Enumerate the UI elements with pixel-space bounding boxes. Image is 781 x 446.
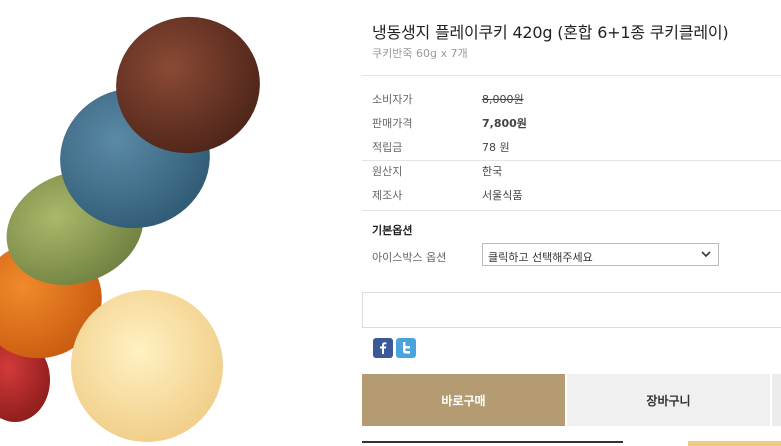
add-to-cart-button[interactable]: 장바구니	[567, 374, 770, 426]
origin-value: 한국	[482, 165, 503, 178]
buy-now-button[interactable]: 바로구매	[362, 374, 565, 426]
consumer-price-value: 8,000원	[482, 93, 524, 106]
accent-bar	[688, 441, 781, 446]
facebook-share-button[interactable]	[373, 338, 393, 358]
detail-row-sale-price: 판매가격 7,800원	[372, 113, 772, 131]
sale-price-value: 7,800원	[482, 117, 527, 130]
chevron-down-icon	[701, 251, 711, 258]
detail-row-points: 적립금 78 원	[372, 137, 772, 155]
detail-row-consumer-price: 소비자가 8,000원	[372, 89, 772, 107]
select-value: 클릭하고 선택해주세요	[488, 251, 593, 264]
option-section-title: 기본옵션	[372, 224, 413, 237]
twitter-icon	[396, 338, 416, 358]
manufacturer-value: 서울식품	[482, 189, 523, 202]
option-label: 아이스박스 옵션	[372, 251, 447, 264]
detail-row-origin: 원산지 한국	[372, 161, 772, 179]
product-title: 냉동생지 플레이쿠키 420g (혼합 6+1종 쿠키클레이)	[372, 23, 729, 42]
icebox-option-select[interactable]: 클릭하고 선택해주세요	[482, 243, 719, 266]
product-subtitle: 쿠키반죽 60g x 7개	[372, 47, 468, 60]
selected-options-box	[362, 292, 781, 328]
points-value: 78 원	[482, 141, 510, 154]
product-image	[0, 0, 340, 446]
twitter-share-button[interactable]	[396, 338, 416, 358]
cookie-dough-illustration	[0, 16, 260, 442]
product-info-panel: 냉동생지 플레이쿠키 420g (혼합 6+1종 쿠키클레이) 쿠키반죽 60g…	[362, 0, 781, 446]
detail-row-manufacturer: 제조사 서울식품	[372, 185, 772, 203]
facebook-icon	[373, 338, 393, 358]
detail-label: 판매가격	[372, 117, 413, 130]
detail-label: 제조사	[372, 189, 403, 202]
wishlist-button[interactable]	[772, 374, 781, 426]
cream-dough	[71, 290, 223, 442]
detail-label: 적립금	[372, 141, 403, 154]
detail-label: 원산지	[372, 165, 403, 178]
tab-indicator	[362, 441, 623, 443]
detail-label: 소비자가	[372, 93, 413, 106]
divider	[362, 75, 781, 76]
divider	[362, 210, 781, 211]
